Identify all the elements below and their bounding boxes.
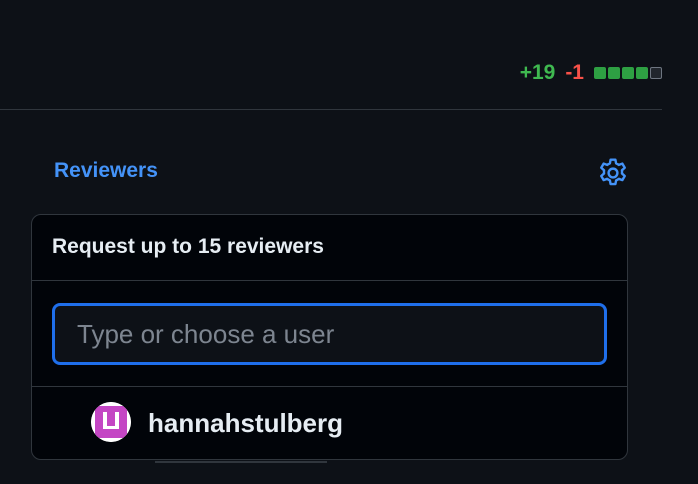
avatar xyxy=(91,402,131,442)
diff-block-added xyxy=(622,67,634,79)
diff-stat-blocks xyxy=(594,67,662,79)
gear-icon[interactable] xyxy=(596,156,630,190)
deletions-count: -1 xyxy=(565,61,584,84)
user-list-item[interactable]: hannahstulberg xyxy=(32,387,627,459)
pull-request-sidebar: +19 -1 Reviewers Request up to 15 review… xyxy=(0,0,698,484)
diff-block-neutral xyxy=(650,67,662,79)
underlying-divider xyxy=(155,461,327,463)
diff-block-added xyxy=(636,67,648,79)
diff-stat: +19 -1 xyxy=(520,61,662,85)
reviewers-popup: Request up to 15 reviewers hannahstulber… xyxy=(31,214,628,460)
popup-title: Request up to 15 reviewers xyxy=(32,215,627,281)
identicon-avatar-icon xyxy=(91,402,131,442)
user-search-input[interactable] xyxy=(52,303,607,365)
popup-search-section xyxy=(32,281,627,387)
section-divider xyxy=(0,109,662,110)
reviewers-heading[interactable]: Reviewers xyxy=(54,159,158,183)
diff-block-added xyxy=(608,67,620,79)
diff-block-added xyxy=(594,67,606,79)
additions-count: +19 xyxy=(519,61,556,84)
username: hannahstulberg xyxy=(148,407,344,438)
